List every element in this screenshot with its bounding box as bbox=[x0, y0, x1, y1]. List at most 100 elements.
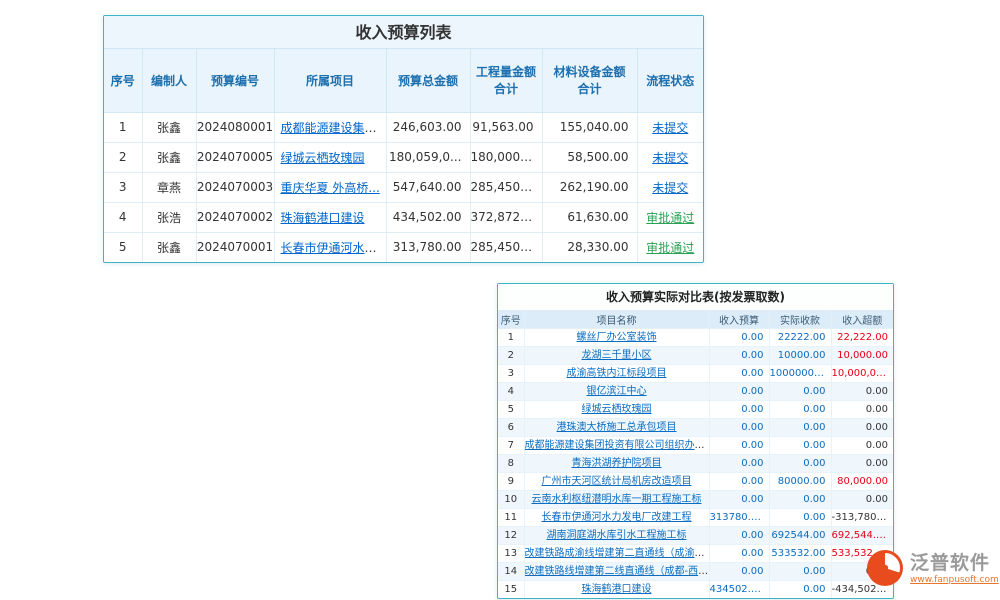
cmp-project-link[interactable]: 银亿滨江中心 bbox=[587, 386, 647, 397]
material-amount-cell: 61,630.00 bbox=[542, 202, 637, 232]
cmp-budget-cell: 0.00 bbox=[709, 436, 769, 454]
comparison-row: 9广州市天河区统计局机房改造项目0.0080000.0080,000.00 bbox=[498, 472, 893, 490]
header-engineering-amount: 工程量金额 合计 bbox=[470, 49, 542, 112]
cmp-project-link[interactable]: 港珠澳大桥施工总承包项目 bbox=[557, 422, 677, 433]
comparison-title: 收入预算实际对比表(按发票取数) bbox=[498, 284, 893, 311]
cmp-row-seq-cell: 15 bbox=[498, 580, 524, 598]
row-seq-cell: 4 bbox=[104, 202, 142, 232]
project-link[interactable]: 长春市伊通河水力... bbox=[281, 241, 387, 255]
cmp-project-link[interactable]: 长春市伊通河水力发电厂改建工程 bbox=[542, 512, 692, 523]
status-link[interactable]: 审批通过 bbox=[646, 211, 694, 225]
cmp-budget-cell: 0.00 bbox=[709, 454, 769, 472]
status-link-cell: 未提交 bbox=[637, 172, 703, 202]
cmp-budget-cell: 0.00 bbox=[709, 418, 769, 436]
project-link[interactable]: 绿城云栖玫瑰园 bbox=[281, 151, 365, 165]
project-link-cell: 成都能源建设集团... bbox=[274, 112, 386, 142]
project-link[interactable]: 重庆华夏 外高桥... bbox=[281, 181, 380, 195]
comparison-row: 12湖南洞庭湖水库引水工程施工标0.00692544.00692,544.00 bbox=[498, 526, 893, 544]
cmp-budget-cell: 434502.00 bbox=[709, 580, 769, 598]
cmp-project-link[interactable]: 龙湖三千里小区 bbox=[582, 350, 652, 361]
comparison-header-row: 序号 项目名称 收入预算 实际收款 收入超额 bbox=[498, 311, 893, 328]
cmp-project-link[interactable]: 改建铁路线增建第二线直通线（成都-西安）电... bbox=[525, 566, 710, 577]
creator-cell: 张鑫 bbox=[142, 232, 196, 262]
cmp-excess-cell: 0.00 bbox=[831, 436, 893, 454]
material-amount-cell: 58,500.00 bbox=[542, 142, 637, 172]
project-link-cell: 绿城云栖玫瑰园 bbox=[274, 142, 386, 172]
row-seq-cell: 2 bbox=[104, 142, 142, 172]
project-link[interactable]: 成都能源建设集团... bbox=[281, 121, 387, 135]
cmp-project-name-cell: 改建铁路线增建第二线直通线（成都-西安）电... bbox=[524, 562, 709, 580]
comparison-row: 6港珠澳大桥施工总承包项目0.000.000.00 bbox=[498, 418, 893, 436]
cmp-excess-cell: 10,000.00 bbox=[831, 346, 893, 364]
status-link[interactable]: 未提交 bbox=[652, 121, 688, 135]
cmp-budget-cell: 0.00 bbox=[709, 526, 769, 544]
status-link[interactable]: 未提交 bbox=[652, 151, 688, 165]
cmp-project-name-cell: 改建铁路成渝线增建第二直通线（成渝枢纽）电 bbox=[524, 544, 709, 562]
cmp-project-name-cell: 绿城云栖玫瑰园 bbox=[524, 400, 709, 418]
cmp-project-link[interactable]: 螺丝厂办公室装饰 bbox=[577, 332, 657, 343]
cmp-excess-cell: 0.00 bbox=[831, 490, 893, 508]
cmp-project-name-cell: 广州市天河区统计局机房改造项目 bbox=[524, 472, 709, 490]
cmp-budget-cell: 0.00 bbox=[709, 562, 769, 580]
cmp-actual-cell: 533532.00 bbox=[769, 544, 831, 562]
cmp-project-link[interactable]: 湖南洞庭湖水库引水工程施工标 bbox=[547, 530, 687, 541]
cmp-budget-cell: 313780.00 bbox=[709, 508, 769, 526]
budget-row: 3章燕2024070003重庆华夏 外高桥...547,640.00285,45… bbox=[104, 172, 703, 202]
cmp-actual-cell: 0.00 bbox=[769, 436, 831, 454]
cmp-actual-cell: 0.00 bbox=[769, 382, 831, 400]
cmp-project-link[interactable]: 改建铁路成渝线增建第二直通线（成渝枢纽）电 bbox=[525, 548, 710, 559]
cmp-row-seq-cell: 6 bbox=[498, 418, 524, 436]
status-link-cell: 审批通过 bbox=[637, 232, 703, 262]
budget-list-title: 收入预算列表 bbox=[104, 16, 703, 49]
fanpu-logo: 泛普软件 www.fanpusoft.com bbox=[866, 549, 999, 587]
cmp-project-name-cell: 港珠澳大桥施工总承包项目 bbox=[524, 418, 709, 436]
comparison-row: 2龙湖三千里小区0.0010000.0010,000.00 bbox=[498, 346, 893, 364]
cmp-actual-cell: 0.00 bbox=[769, 562, 831, 580]
cmp-project-name-cell: 龙湖三千里小区 bbox=[524, 346, 709, 364]
cmp-actual-cell: 80000.00 bbox=[769, 472, 831, 490]
total-amount-cell: 180,059,0... bbox=[386, 142, 470, 172]
cmp-header-seq: 序号 bbox=[498, 311, 524, 328]
cmp-project-link[interactable]: 绿城云栖玫瑰园 bbox=[582, 404, 652, 415]
project-link[interactable]: 珠海鹤港口建设 bbox=[281, 211, 365, 225]
cmp-project-link[interactable]: 云南水利枢纽潜明水库一期工程施工标 bbox=[532, 494, 702, 505]
comparison-row: 5绿城云栖玫瑰园0.000.000.00 bbox=[498, 400, 893, 418]
cmp-row-seq-cell: 12 bbox=[498, 526, 524, 544]
total-amount-cell: 246,603.00 bbox=[386, 112, 470, 142]
budget-row: 4张浩2024070002珠海鹤港口建设434,502.00372,872.00… bbox=[104, 202, 703, 232]
cmp-project-link[interactable]: 成渝高铁内江标段项目 bbox=[567, 368, 667, 379]
comparison-table: 序号 项目名称 收入预算 实际收款 收入超额 1螺丝厂办公室装饰0.002222… bbox=[498, 311, 893, 598]
status-link[interactable]: 审批通过 bbox=[646, 241, 694, 255]
fanpu-logo-name: 泛普软件 bbox=[910, 552, 999, 574]
cmp-budget-cell: 0.00 bbox=[709, 400, 769, 418]
cmp-excess-cell: 0.00 bbox=[831, 418, 893, 436]
cmp-excess-cell: 10,000,000.00 bbox=[831, 364, 893, 382]
comparison-row: 7成都能源建设集团投资有限公司组织办公项目所0.000.000.00 bbox=[498, 436, 893, 454]
status-link[interactable]: 未提交 bbox=[652, 181, 688, 195]
header-status: 流程状态 bbox=[637, 49, 703, 112]
cmp-project-link[interactable]: 成都能源建设集团投资有限公司组织办公项目所 bbox=[525, 440, 710, 451]
cmp-project-name-cell: 银亿滨江中心 bbox=[524, 382, 709, 400]
cmp-budget-cell: 0.00 bbox=[709, 346, 769, 364]
header-seq: 序号 bbox=[104, 49, 142, 112]
cmp-budget-cell: 0.00 bbox=[709, 328, 769, 346]
cmp-row-seq-cell: 13 bbox=[498, 544, 524, 562]
engineering-amount-cell: 180,000,... bbox=[470, 142, 542, 172]
project-link-cell: 珠海鹤港口建设 bbox=[274, 202, 386, 232]
cmp-budget-cell: 0.00 bbox=[709, 490, 769, 508]
cmp-project-link[interactable]: 珠海鹤港口建设 bbox=[582, 584, 652, 595]
cmp-actual-cell: 0.00 bbox=[769, 400, 831, 418]
cmp-project-name-cell: 成渝高铁内江标段项目 bbox=[524, 364, 709, 382]
cmp-actual-cell: 10000000.00 bbox=[769, 364, 831, 382]
fanpu-logo-url[interactable]: www.fanpusoft.com bbox=[910, 575, 999, 585]
cmp-project-link[interactable]: 广州市天河区统计局机房改造项目 bbox=[542, 476, 692, 487]
budget-no-cell: 2024070005 bbox=[196, 142, 274, 172]
total-amount-cell: 547,640.00 bbox=[386, 172, 470, 202]
cmp-budget-cell: 0.00 bbox=[709, 472, 769, 490]
cmp-project-link[interactable]: 青海洪湖养护院项目 bbox=[572, 458, 662, 469]
cmp-header-actual: 实际收款 bbox=[769, 311, 831, 328]
material-amount-cell: 28,330.00 bbox=[542, 232, 637, 262]
material-amount-cell: 262,190.00 bbox=[542, 172, 637, 202]
cmp-project-name-cell: 成都能源建设集团投资有限公司组织办公项目所 bbox=[524, 436, 709, 454]
cmp-row-seq-cell: 3 bbox=[498, 364, 524, 382]
